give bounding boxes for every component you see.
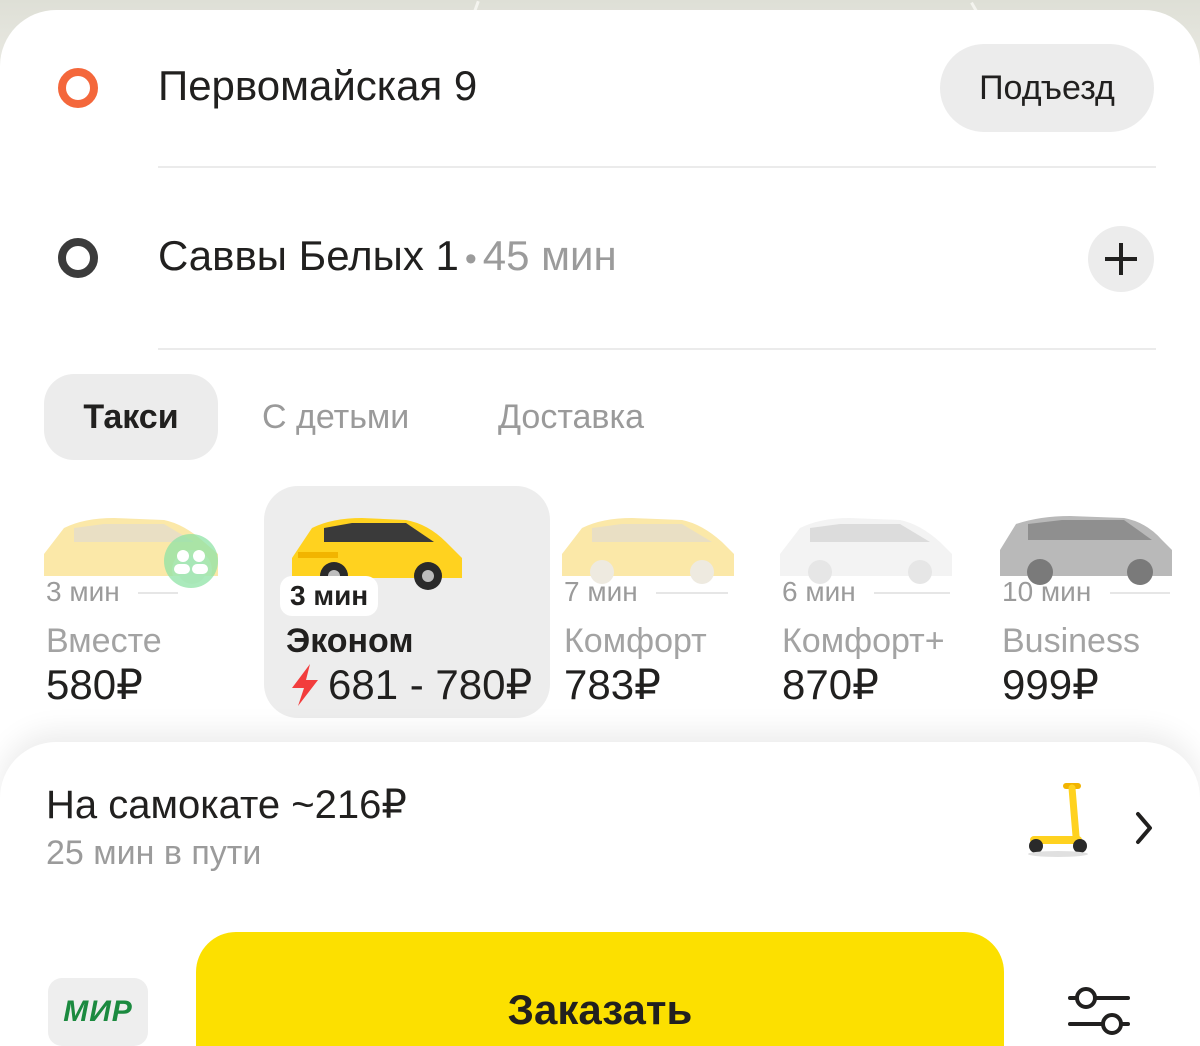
route-divider [158, 348, 1156, 350]
eta-line [874, 592, 950, 594]
tariff-card-econom[interactable]: 3 мин Эконом 681 - 780₽ [264, 486, 550, 718]
tariff-card-vmeste[interactable]: 3 мин Вместе 580₽ [0, 486, 250, 718]
route-divider [158, 166, 1156, 168]
destination-dot-icon [58, 238, 98, 278]
tariff-price: 999₽ [1002, 661, 1099, 708]
tariff-card-comfort-plus[interactable]: 6 мин Комфорт+ 870₽ [770, 486, 990, 718]
destination-address: Саввы Белых 1 [158, 232, 459, 279]
destination-eta: 45 мин [482, 232, 617, 279]
scooter-option-title[interactable]: На самокате ~216₽ [46, 782, 407, 828]
tariff-price: 681 - 780₽ [328, 661, 533, 708]
order-button[interactable]: Заказать [196, 932, 1004, 1046]
destination-row[interactable]: Саввы Белых 1 • 45 мин [158, 232, 617, 280]
add-stop-button[interactable] [1088, 226, 1154, 292]
separator-dot: • [464, 240, 477, 278]
tariff-price: 580₽ [46, 661, 143, 708]
chevron-right-icon[interactable] [1130, 808, 1158, 848]
tariff-name: Комфорт [564, 622, 707, 660]
scooter-option-subtitle: 25 мин в пути [46, 834, 262, 872]
tariff-eta: 6 мин [782, 576, 856, 607]
tariff-name: Business [1002, 622, 1140, 660]
settings-sliders-icon[interactable] [1066, 984, 1132, 1038]
scooter-icon [1028, 783, 1088, 857]
lightning-icon [292, 664, 318, 706]
mir-card-icon: МИР [63, 995, 133, 1028]
payment-method-button[interactable]: МИР [48, 978, 148, 1046]
origin-address[interactable]: Первомайская 9 [158, 62, 477, 110]
tariff-price: 870₽ [782, 661, 879, 708]
tab-with-kids[interactable]: С детьми [262, 374, 409, 460]
tariff-card-business[interactable]: 10 мин Business 999₽ [990, 486, 1200, 718]
tariff-eta: 3 мин [46, 576, 120, 607]
eta-line [1110, 592, 1170, 594]
tariff-name: Комфорт+ [782, 622, 945, 660]
eta-line [138, 592, 178, 594]
tariff-eta: 10 мин [1002, 576, 1092, 607]
entrance-button[interactable]: Подъезд [940, 44, 1154, 132]
tariff-name: Вместе [46, 622, 162, 660]
tab-taxi[interactable]: Такси [44, 374, 218, 460]
tariff-name: Эконом [286, 622, 414, 660]
group-icon [164, 534, 218, 588]
eta-line [656, 592, 728, 594]
tariff-eta: 3 мин [280, 576, 379, 616]
origin-dot-icon [58, 68, 98, 108]
tariff-eta: 7 мин [564, 576, 638, 607]
tariff-card-comfort[interactable]: 7 мин Комфорт 783₽ [550, 486, 770, 718]
tab-delivery[interactable]: Доставка [498, 374, 644, 460]
tariff-price: 783₽ [564, 661, 661, 708]
